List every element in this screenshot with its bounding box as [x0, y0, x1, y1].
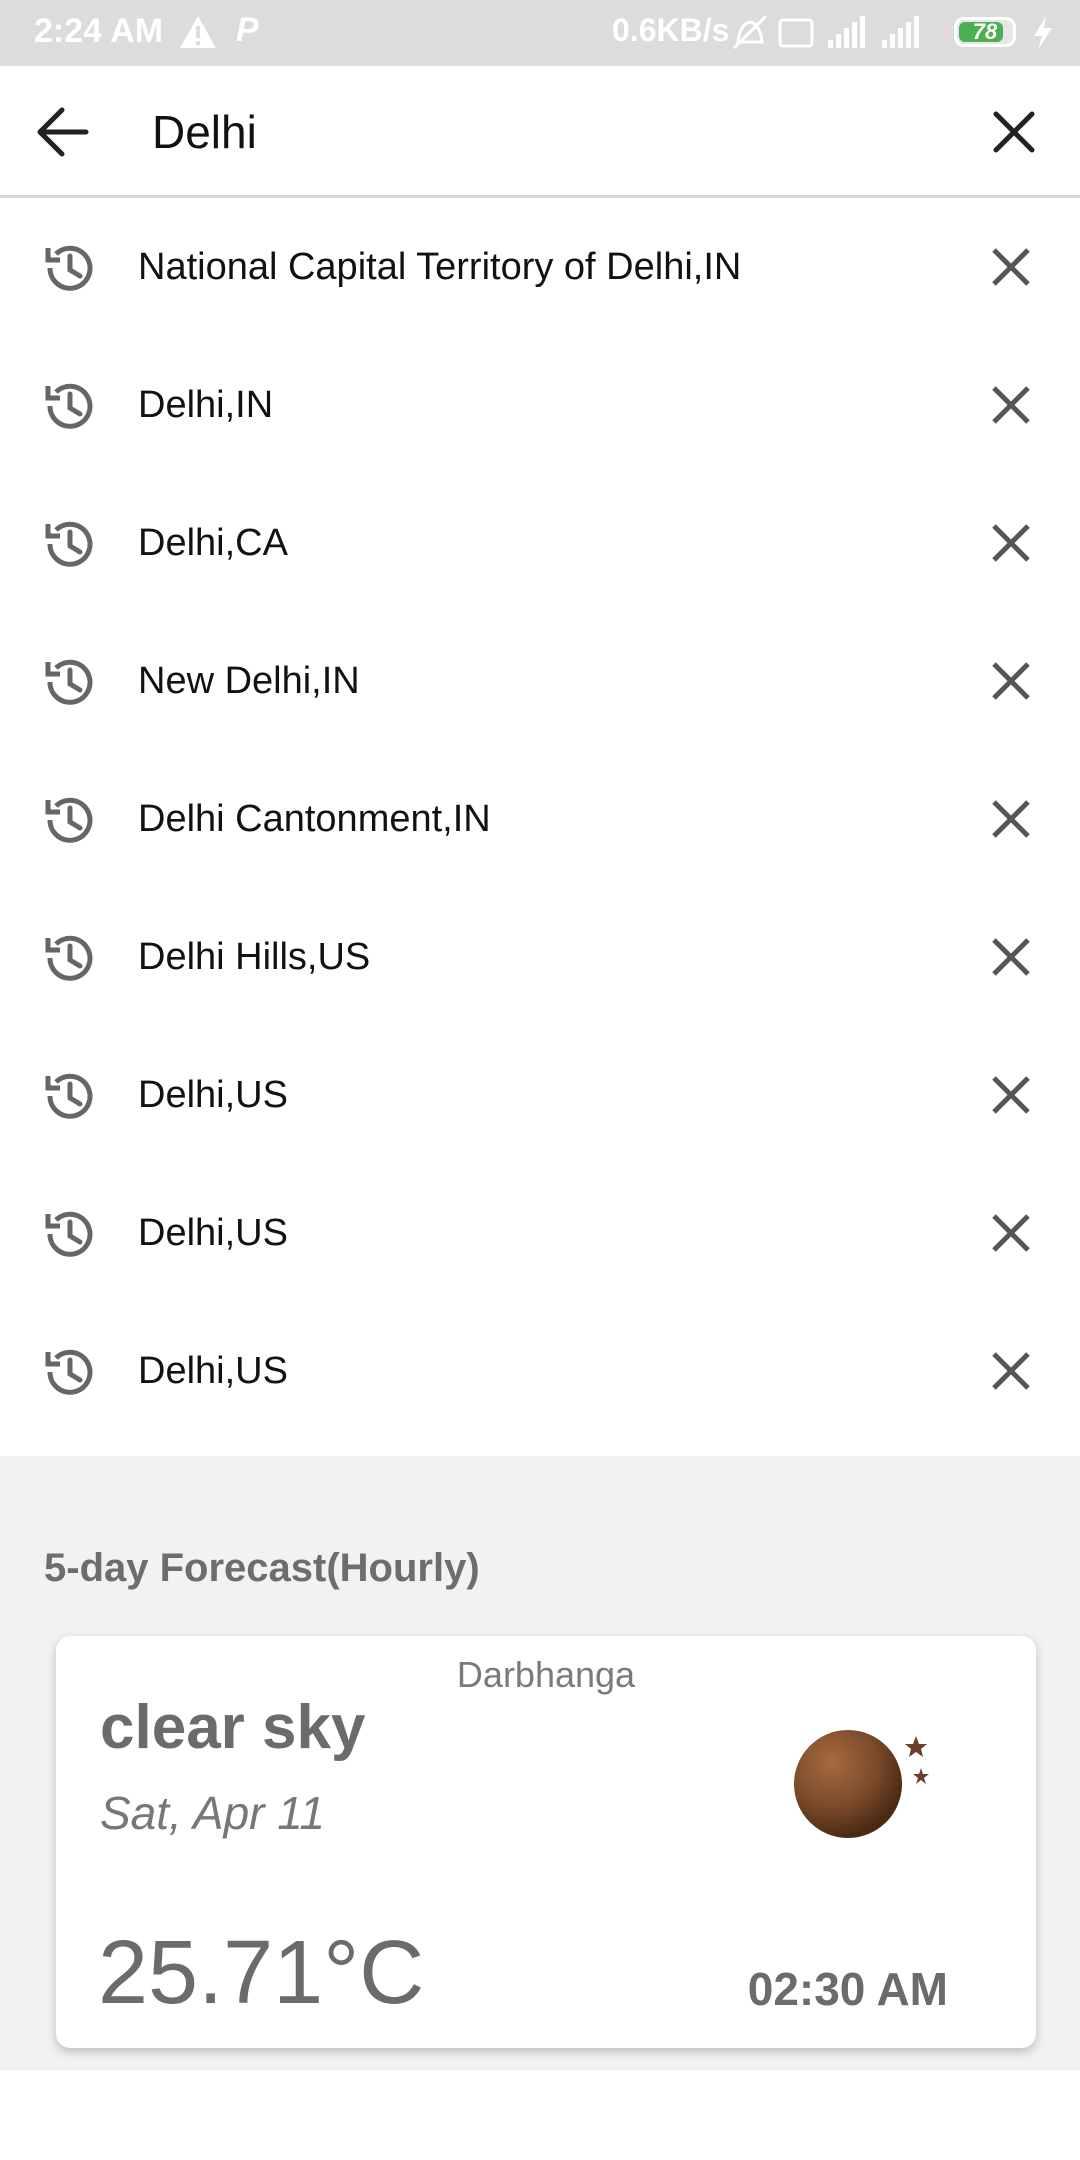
remove-history-button[interactable] [986, 242, 1036, 292]
history-icon [38, 928, 98, 988]
clear-search-button[interactable] [988, 106, 1040, 158]
history-item[interactable]: Delhi,IN [0, 336, 1080, 474]
close-icon [992, 248, 1030, 286]
search-history-list: National Capital Territory of Delhi,IN D… [0, 198, 1080, 1456]
history-icon [38, 790, 98, 850]
status-time: 2:24 AM [34, 12, 164, 50]
back-button[interactable] [34, 106, 98, 158]
remove-history-button[interactable] [986, 656, 1036, 706]
history-item-label: Delhi,US [138, 1212, 288, 1254]
remove-history-button[interactable] [986, 932, 1036, 982]
close-icon [992, 1214, 1030, 1252]
volte-icon [778, 18, 814, 48]
history-icon [38, 514, 98, 574]
close-icon [992, 386, 1030, 424]
close-icon [993, 111, 1035, 153]
history-item-label: Delhi,US [138, 1350, 288, 1392]
forecast-condition: clear sky [100, 1693, 366, 1762]
battery-level: 78 [972, 19, 998, 44]
search-bar [0, 66, 1080, 198]
forecast-city: Darbhanga [456, 1654, 636, 1695]
status-icons [732, 14, 942, 59]
history-item-label: Delhi,CA [138, 522, 288, 564]
forecast-section-title: 5-day Forecast(Hourly) [44, 1546, 480, 1590]
charging-icon [1030, 14, 1056, 57]
p-icon: P [236, 11, 259, 49]
arrow-left-icon [37, 107, 89, 157]
status-bar: 2:24 AM P 0.6KB/s 78 [0, 0, 1080, 66]
forecast-time: 02:30 AM [747, 1963, 948, 2015]
history-icon [38, 1066, 98, 1126]
bottom-area [0, 2070, 1080, 2160]
history-item[interactable]: Delhi Hills,US [0, 888, 1080, 1026]
close-icon [992, 938, 1030, 976]
signal-icon [882, 16, 919, 48]
history-item-label: National Capital Territory of Delhi,IN [138, 246, 742, 288]
forecast-date: Sat, Apr 11 [100, 1787, 326, 1839]
history-item[interactable]: National Capital Territory of Delhi,IN [0, 198, 1080, 336]
history-item[interactable]: Delhi,US [0, 1026, 1080, 1164]
search-input[interactable] [152, 102, 912, 162]
forecast-temperature: 25.71°C [98, 1923, 425, 2023]
history-item-label: Delhi,US [138, 1074, 288, 1116]
close-icon [992, 800, 1030, 838]
close-icon [992, 1076, 1030, 1114]
history-item[interactable]: Delhi,CA [0, 474, 1080, 612]
forecast-card[interactable]: Darbhanga clear sky Sat, Apr 11 25.71°C … [56, 1636, 1036, 2048]
close-icon [992, 1352, 1030, 1390]
remove-history-button[interactable] [986, 380, 1036, 430]
remove-history-button[interactable] [986, 1346, 1036, 1396]
history-icon [38, 1204, 98, 1264]
mute-icon [732, 14, 768, 50]
history-item[interactable]: Delhi Cantonment,IN [0, 750, 1080, 888]
history-item[interactable]: Delhi,US [0, 1302, 1080, 1440]
history-item[interactable]: Delhi,US [0, 1164, 1080, 1302]
night-clear-icon [786, 1716, 936, 1846]
history-icon [38, 376, 98, 436]
remove-history-button[interactable] [986, 1070, 1036, 1120]
close-icon [992, 662, 1030, 700]
remove-history-button[interactable] [986, 1208, 1036, 1258]
history-icon [38, 238, 98, 298]
history-item-label: Delhi Cantonment,IN [138, 798, 491, 840]
battery-icon: 78 [954, 17, 1016, 47]
signal-4g-icon [828, 16, 865, 48]
close-icon [992, 524, 1030, 562]
remove-history-button[interactable] [986, 794, 1036, 844]
history-item[interactable]: New Delhi,IN [0, 612, 1080, 750]
history-item-label: New Delhi,IN [138, 660, 360, 702]
remove-history-button[interactable] [986, 518, 1036, 568]
history-icon [38, 652, 98, 712]
warning-icon [178, 14, 218, 55]
network-speed: 0.6KB/s [612, 12, 730, 48]
history-item-label: Delhi,IN [138, 384, 274, 426]
history-icon [38, 1342, 98, 1402]
history-item-label: Delhi Hills,US [138, 936, 371, 978]
